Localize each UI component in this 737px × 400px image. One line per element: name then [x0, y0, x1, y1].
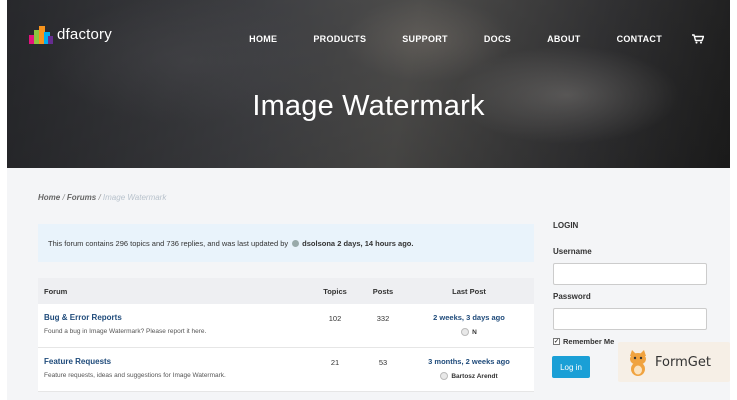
breadcrumb-home[interactable]: Home — [38, 193, 60, 202]
table-row: Bug & Error Reports Found a bug in Image… — [38, 304, 534, 348]
forum-link[interactable]: Bug & Error Reports — [44, 313, 308, 322]
password-label: Password — [553, 292, 591, 301]
last-post-link[interactable]: 2 weeks, 3 days ago — [404, 313, 534, 322]
breadcrumb-separator: / — [96, 193, 103, 202]
header-posts: Posts — [372, 286, 394, 296]
avatar — [292, 239, 300, 247]
login-button[interactable]: Log in — [552, 356, 590, 378]
avatar — [461, 328, 470, 336]
notice-user[interactable]: dsolsona — [302, 239, 335, 248]
topic-count: 21 — [330, 358, 340, 367]
remember-label: Remember Me — [563, 337, 615, 346]
nav-support[interactable]: SUPPORT — [402, 34, 448, 44]
table-header: Forum Topics Posts Last Post — [38, 278, 534, 304]
breadcrumb-current: Image Watermark — [102, 193, 167, 202]
breadcrumb: Home / Forums / Image Watermark — [38, 193, 166, 202]
nav-home[interactable]: HOME — [249, 34, 277, 44]
login-heading: LOGIN — [553, 221, 579, 230]
forum-description: Feature requests, ideas and suggestions … — [44, 372, 226, 379]
remember-checkbox[interactable]: ✓ — [553, 338, 560, 345]
site-logo[interactable]: dfactory — [29, 24, 112, 44]
nav-products[interactable]: PRODUCTS — [313, 34, 366, 44]
nav-contact[interactable]: CONTACT — [617, 34, 662, 44]
cart-icon[interactable] — [692, 34, 704, 44]
header-topics: Topics — [323, 286, 347, 296]
notice-time[interactable]: 2 days, 14 hours ago. — [337, 239, 413, 248]
password-field[interactable] — [553, 308, 707, 330]
page-title: Image Watermark — [252, 90, 485, 122]
post-count: 332 — [376, 314, 390, 323]
remember-me[interactable]: ✓ Remember Me — [553, 337, 614, 346]
username-field[interactable] — [553, 263, 707, 285]
table-row: Feature Requests Feature requests, ideas… — [38, 348, 534, 392]
main-nav: HOME PRODUCTS SUPPORT DOCS ABOUT CONTACT — [249, 34, 704, 44]
nav-docs[interactable]: DOCS — [484, 34, 511, 44]
header-forum: Forum — [44, 286, 68, 296]
last-post-author[interactable]: N — [404, 328, 534, 336]
dfactory-logo-icon — [29, 24, 53, 44]
hero-banner: dfactory HOME PRODUCTS SUPPORT DOCS ABOU… — [7, 0, 730, 168]
author-name[interactable]: Bartosz Arendt — [451, 373, 497, 380]
forum-info-notice: This forum contains 296 topics and 736 r… — [38, 224, 534, 262]
brand-name: dfactory — [57, 25, 112, 43]
nav-about[interactable]: ABOUT — [547, 34, 581, 44]
formget-badge: FormGet — [618, 342, 730, 382]
formget-text: FormGet — [655, 354, 711, 370]
last-post-author[interactable]: Bartosz Arendt — [404, 372, 534, 380]
breadcrumb-separator: / — [60, 193, 67, 202]
topic-count: 102 — [328, 314, 342, 323]
avatar — [440, 372, 449, 380]
last-post-link[interactable]: 3 months, 2 weeks ago — [404, 357, 534, 366]
formget-cat-icon — [630, 350, 646, 376]
username-label: Username — [553, 247, 592, 256]
breadcrumb-forums[interactable]: Forums — [67, 193, 96, 202]
post-count: 53 — [378, 358, 388, 367]
forum-table: Forum Topics Posts Last Post Bug & Error… — [38, 278, 534, 392]
author-name[interactable]: N — [472, 329, 477, 336]
forum-description: Found a bug in Image Watermark? Please r… — [44, 328, 207, 335]
notice-text: This forum contains 296 topics and 736 r… — [48, 238, 289, 248]
forum-link[interactable]: Feature Requests — [44, 357, 308, 366]
header-last-post: Last Post — [452, 286, 486, 296]
